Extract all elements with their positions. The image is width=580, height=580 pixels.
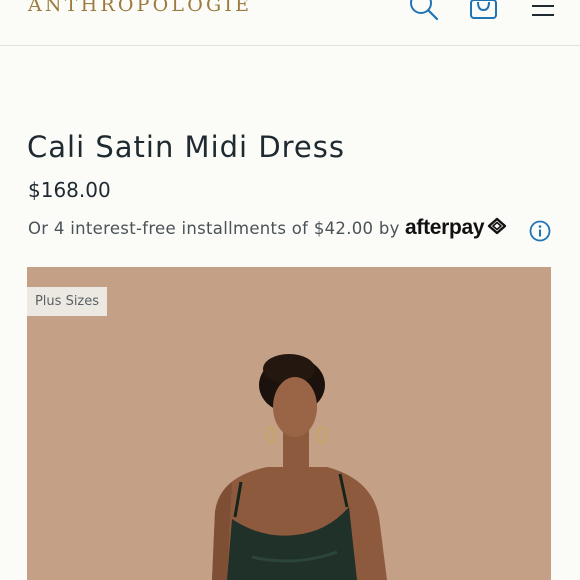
afterpay-logo[interactable]: afterpay (405, 216, 508, 240)
plus-sizes-badge: Plus Sizes (27, 287, 107, 316)
afterpay-arrows-icon (486, 216, 508, 240)
afterpay-label: afterpay (405, 216, 485, 239)
product-image[interactable]: Plus Sizes (27, 267, 551, 580)
site-header: ANTHROPOLOGIE (0, 0, 580, 46)
info-icon[interactable] (529, 220, 551, 246)
bag-icon[interactable] (469, 0, 499, 26)
search-icon[interactable] (408, 0, 440, 26)
brand-logo[interactable]: ANTHROPOLOGIE (28, 0, 252, 16)
installments-text: Or 4 interest-free installments of $42.0… (28, 219, 400, 238)
menu-icon[interactable] (531, 0, 555, 22)
product-title: Cali Satin Midi Dress (27, 130, 345, 164)
product-price: $168.00 (28, 178, 111, 202)
